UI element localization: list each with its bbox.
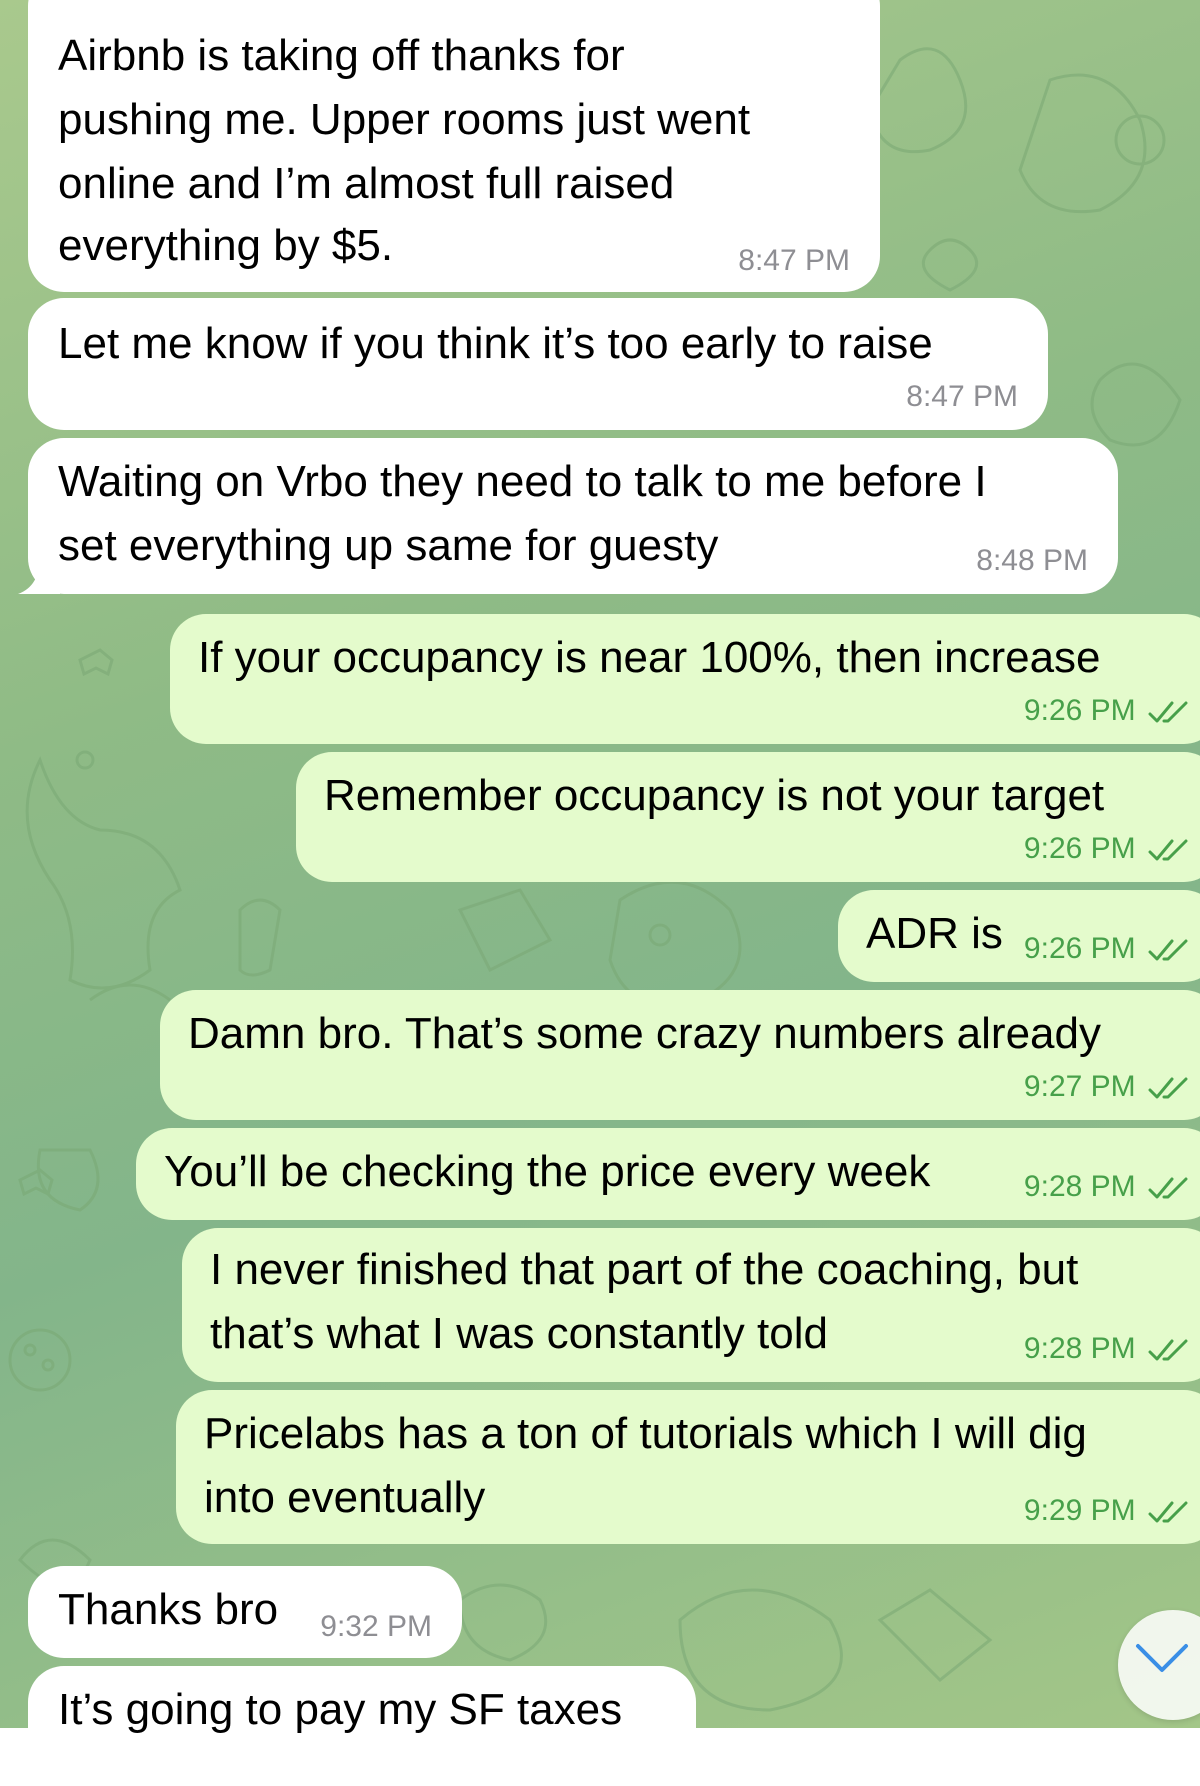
double-check-icon — [1148, 1501, 1188, 1523]
message-meta: 9:26 PM — [1024, 694, 1190, 728]
message-timestamp: 9:28 PM — [1023, 1332, 1136, 1365]
message-text-line: Let me know if you think it’s too early … — [58, 319, 933, 368]
message-text-line: that’s what I was constantly told — [210, 1309, 828, 1358]
message-bubble-outgoing[interactable]: I never finished that part of the coachi… — [182, 1228, 1200, 1382]
message-meta: 9:26 PM — [1024, 832, 1190, 866]
message-text-line: Airbnb is taking off thanks for — [58, 31, 625, 80]
message-text-line: online and I’m almost full raised — [58, 159, 675, 208]
double-check-icon — [1148, 1177, 1188, 1199]
message-timestamp: 8:47 PM — [738, 244, 850, 277]
double-check-icon — [1148, 939, 1188, 961]
message-timestamp: 9:28 PM — [1023, 1170, 1136, 1203]
message-timestamp: 9:32 PM — [320, 1610, 432, 1643]
message-text-line: It’s going to pay my SF taxes — [58, 1685, 623, 1734]
message-bubble-outgoing[interactable]: Pricelabs has a ton of tutorials which I… — [176, 1390, 1200, 1544]
message-bubble-outgoing[interactable]: Remember occupancy is not your target 9:… — [296, 752, 1200, 882]
double-check-icon — [1148, 1339, 1188, 1361]
message-bubble-incoming[interactable]: It’s going to pay my SF taxes — [28, 1666, 696, 1786]
message-timestamp: 9:29 PM — [1023, 1494, 1136, 1527]
message-text-line: into eventually — [204, 1473, 486, 1522]
double-check-icon — [1148, 839, 1188, 861]
message-text-line: I never finished that part of the coachi… — [210, 1245, 1079, 1294]
message-text-line: Thanks bro — [58, 1585, 279, 1634]
message-timestamp: 9:27 PM — [1023, 1070, 1136, 1103]
message-timestamp: 8:48 PM — [976, 544, 1088, 577]
message-bubble-incoming[interactable]: Airbnb is taking off thanks for pushing … — [28, 0, 880, 292]
message-meta: 9:26 PM — [1024, 932, 1190, 966]
message-bubble-outgoing[interactable]: Damn bro. That’s some crazy numbers alre… — [160, 990, 1200, 1120]
message-text-line: everything by $5. — [58, 221, 394, 270]
message-text-line: Waiting on Vrbo they need to talk to me … — [58, 457, 987, 506]
message-text-line: set everything up same for guesty — [58, 521, 719, 570]
message-text-line: Damn bro. That’s some crazy numbers alre… — [188, 1009, 1101, 1058]
message-timestamp: 8:47 PM — [906, 380, 1018, 413]
message-text-line: pushing me. Upper rooms just went — [58, 95, 751, 144]
double-check-icon — [1148, 701, 1188, 723]
message-text-line: Remember occupancy is not your target — [324, 771, 1105, 820]
message-text-line: If your occupancy is near 100%, then inc… — [198, 633, 1101, 682]
message-text-line: You’ll be checking the price every week — [164, 1147, 931, 1196]
message-text-line: ADR is — [866, 909, 1003, 958]
bubble-tail — [18, 556, 60, 594]
message-meta: 9:29 PM — [1024, 1494, 1190, 1528]
chevron-down-icon — [1136, 1644, 1188, 1672]
message-meta: 9:28 PM — [1024, 1332, 1190, 1366]
double-check-icon — [1148, 1077, 1188, 1099]
message-bubble-outgoing[interactable]: ADR is 9:26 PM — [838, 890, 1200, 982]
message-bubble-incoming[interactable]: Let me know if you think it’s too early … — [28, 298, 1048, 430]
message-timestamp: 9:26 PM — [1023, 832, 1136, 865]
message-meta: 9:28 PM — [1024, 1170, 1190, 1204]
message-meta: 9:27 PM — [1024, 1070, 1190, 1104]
message-text-line: Pricelabs has a ton of tutorials which I… — [204, 1409, 1087, 1458]
message-bubble-incoming[interactable]: Waiting on Vrbo they need to talk to me … — [28, 438, 1118, 594]
message-bubble-outgoing[interactable]: You’ll be checking the price every week … — [136, 1128, 1200, 1220]
message-bubble-outgoing[interactable]: If your occupancy is near 100%, then inc… — [170, 614, 1200, 744]
message-timestamp: 9:26 PM — [1023, 932, 1136, 965]
message-bubble-incoming[interactable]: Thanks bro 9:32 PM — [28, 1566, 462, 1658]
message-timestamp: 9:26 PM — [1023, 694, 1136, 727]
